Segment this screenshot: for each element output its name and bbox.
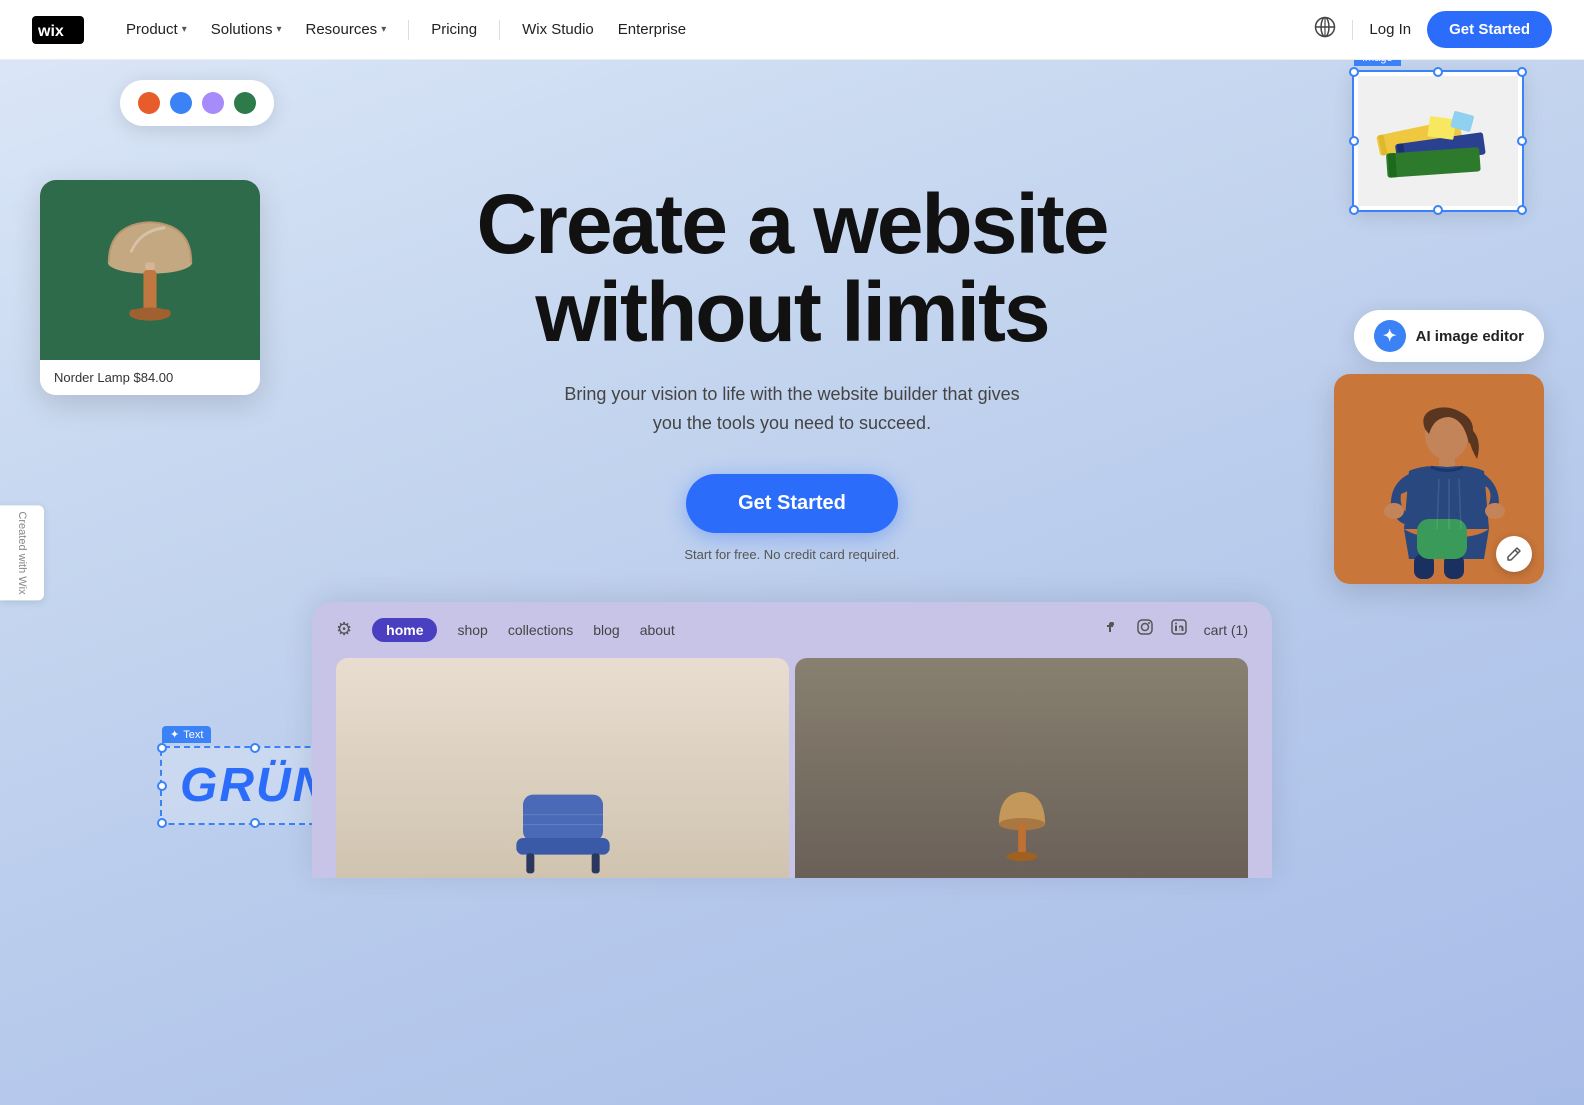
preview-nav-collections[interactable]: collections (508, 622, 573, 638)
selection-handle-mr[interactable] (1517, 136, 1527, 146)
hero-cta-button[interactable]: Get Started (686, 474, 898, 533)
preview-image-right (795, 658, 1248, 878)
vertical-divider (1352, 20, 1353, 40)
preview-website: ⚙ home shop collections blog about (312, 602, 1272, 878)
facebook-icon[interactable] (1102, 618, 1120, 641)
preview-nav-about[interactable]: about (640, 622, 675, 638)
hero-title: Create a website without limits (477, 180, 1108, 356)
globe-icon[interactable] (1314, 16, 1336, 43)
preview-nav-home[interactable]: home (372, 618, 437, 642)
selection-handle-tr[interactable] (1517, 67, 1527, 77)
nav-item-wix-studio[interactable]: Wix Studio (512, 15, 604, 44)
hero-center: Create a website without limits Bring yo… (477, 180, 1108, 562)
wix-logo[interactable]: wix (32, 16, 84, 44)
preview-images (312, 658, 1272, 878)
grun-handle-tm[interactable] (250, 743, 260, 753)
grun-handle-ml[interactable] (157, 781, 167, 791)
navbar-right: Log In Get Started (1314, 11, 1552, 48)
preview-nav-blog[interactable]: blog (593, 622, 619, 638)
nav-divider (408, 20, 409, 40)
grun-handle-bm[interactable] (250, 818, 260, 828)
linkedin-icon[interactable] (1170, 618, 1188, 641)
chevron-down-icon: ▾ (381, 24, 386, 35)
color-dots-widget (120, 80, 274, 126)
svg-text:wix: wix (37, 23, 64, 40)
selection-handle-bm[interactable] (1433, 205, 1443, 215)
preview-cart[interactable]: cart (1) (1204, 622, 1248, 638)
nav-item-product[interactable]: Product ▾ (116, 15, 197, 44)
chevron-down-icon: ▾ (182, 24, 187, 35)
selection-handle-tl[interactable] (1349, 67, 1359, 77)
preview-nav-right: cart (1) (1102, 618, 1248, 641)
grun-handle-bl[interactable] (157, 818, 167, 828)
settings-icon[interactable]: ⚙ (336, 619, 352, 640)
fashion-card (1334, 374, 1544, 584)
preview-image-left (336, 658, 789, 878)
nav-item-resources[interactable]: Resources ▾ (295, 15, 396, 44)
color-dot-purple[interactable] (202, 92, 224, 114)
nav-item-enterprise[interactable]: Enterprise (608, 15, 696, 44)
login-button[interactable]: Log In (1369, 21, 1411, 38)
selection-handle-bl[interactable] (1349, 205, 1359, 215)
color-dot-orange[interactable] (138, 92, 160, 114)
hero-free-text: Start for free. No credit card required. (477, 547, 1108, 562)
navbar-left: wix Product ▾ Solutions ▾ Resources ▾ Pr… (32, 15, 696, 44)
selection-handle-tm[interactable] (1433, 67, 1443, 77)
ai-editor-badge: ✦ AI image editor (1354, 310, 1544, 362)
lamp-card-image (40, 180, 260, 360)
hero-subtitle: Bring your vision to life with the websi… (552, 380, 1032, 438)
ai-editor-widget: ✦ AI image editor (1334, 310, 1544, 584)
get-started-nav-button[interactable]: Get Started (1427, 11, 1552, 48)
chevron-down-icon: ▾ (276, 24, 281, 35)
instagram-icon[interactable] (1136, 618, 1154, 641)
image-widget-content (1358, 76, 1518, 206)
color-dot-green[interactable] (234, 92, 256, 114)
lamp-product-card: Norder Lamp $84.00 (40, 180, 260, 395)
selection-handle-ml[interactable] (1349, 136, 1359, 146)
image-widget: Image (1352, 70, 1524, 212)
selection-handle-br[interactable] (1517, 205, 1527, 215)
preview-nav: ⚙ home shop collections blog about (312, 602, 1272, 658)
grun-handle-tl[interactable] (157, 743, 167, 753)
created-with-wix-tab: Created with Wix (0, 505, 44, 600)
tag-star-icon: ✦ (170, 728, 179, 741)
navbar: wix Product ▾ Solutions ▾ Resources ▾ Pr… (0, 0, 1584, 60)
text-widget-tag: ✦ Text (162, 726, 211, 743)
preview-section: ⚙ home shop collections blog about (312, 602, 1272, 878)
nav-links: Product ▾ Solutions ▾ Resources ▾ Pricin… (116, 15, 696, 44)
edit-icon-overlay[interactable] (1496, 536, 1532, 572)
hero-section: Norder Lamp $84.00 Image (0, 0, 1584, 1105)
preview-nav-shop[interactable]: shop (457, 622, 487, 638)
preview-nav-left: ⚙ home shop collections blog about (336, 618, 675, 642)
nav-item-solutions[interactable]: Solutions ▾ (201, 15, 292, 44)
nav-item-pricing[interactable]: Pricing (421, 15, 487, 44)
nav-divider-2 (499, 20, 500, 40)
lamp-label: Norder Lamp $84.00 (40, 360, 260, 395)
ai-star-icon: ✦ (1374, 320, 1406, 352)
color-dot-blue[interactable] (170, 92, 192, 114)
